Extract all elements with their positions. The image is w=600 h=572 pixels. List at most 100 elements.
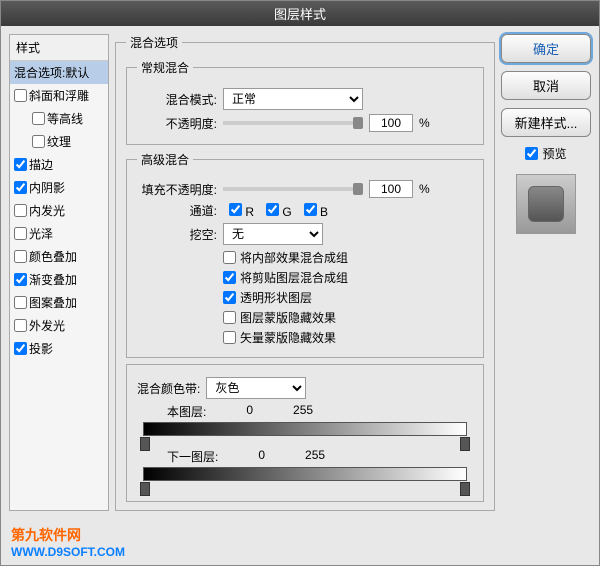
- advanced-checkbox[interactable]: [223, 331, 236, 344]
- this-low-handle[interactable]: [140, 437, 150, 451]
- sidebar-checkbox[interactable]: [14, 342, 27, 355]
- sidebar-item[interactable]: 等高线: [10, 107, 108, 130]
- channel-g[interactable]: G: [266, 203, 292, 219]
- window-title: 图层样式: [274, 7, 326, 22]
- this-high-handle[interactable]: [460, 437, 470, 451]
- advanced-checkbox[interactable]: [223, 251, 236, 264]
- advanced-check-row[interactable]: 将内部效果混合成组: [223, 249, 473, 266]
- sidebar-item-label: 内阴影: [29, 179, 65, 196]
- sidebar-checkbox[interactable]: [14, 250, 27, 263]
- sidebar-item-label: 外发光: [29, 317, 65, 334]
- sidebar-item-label: 渐变叠加: [29, 271, 77, 288]
- advanced-check-label: 图层蒙版隐藏效果: [240, 309, 336, 326]
- fill-opacity-label: 填充不透明度:: [137, 181, 217, 198]
- sidebar-checkbox[interactable]: [14, 89, 27, 102]
- sidebar-item-label: 斜面和浮雕: [29, 87, 89, 104]
- sidebar-item[interactable]: 光泽: [10, 222, 108, 245]
- preview-toggle[interactable]: 预览: [501, 145, 591, 162]
- sidebar-checkbox[interactable]: [14, 319, 27, 332]
- sidebar-checkbox[interactable]: [14, 296, 27, 309]
- blend-if-label: 混合颜色带:: [137, 380, 200, 397]
- blend-mode-select[interactable]: 正常: [223, 88, 363, 110]
- sidebar-item[interactable]: 内发光: [10, 199, 108, 222]
- sidebar-item-label: 投影: [29, 340, 53, 357]
- sidebar-item-label: 混合选项:默认: [14, 64, 89, 81]
- channel-label: 通道:: [137, 202, 217, 219]
- sidebar-checkbox[interactable]: [14, 227, 27, 240]
- under-high: 255: [305, 448, 325, 465]
- dialog-content: 样式 混合选项:默认斜面和浮雕等高线纹理描边内阴影内发光光泽颜色叠加渐变叠加图案…: [1, 26, 599, 519]
- sidebar-item[interactable]: 投影: [10, 337, 108, 360]
- sidebar-item-label: 颜色叠加: [29, 248, 77, 265]
- sidebar-item-label: 光泽: [29, 225, 53, 242]
- knockout-select[interactable]: 无: [223, 223, 323, 245]
- sidebar-item[interactable]: 外发光: [10, 314, 108, 337]
- opacity-label: 不透明度:: [137, 115, 217, 132]
- opacity-pct: %: [419, 116, 430, 130]
- sidebar-checkbox[interactable]: [14, 273, 27, 286]
- blend-options-group: 混合选项 常规混合 混合模式: 正常 不透明度: %: [115, 34, 495, 511]
- main-panel: 混合选项 常规混合 混合模式: 正常 不透明度: %: [115, 34, 495, 511]
- sidebar-checkbox[interactable]: [14, 158, 27, 171]
- channel-b-checkbox[interactable]: [304, 203, 317, 216]
- under-high-handle[interactable]: [460, 482, 470, 496]
- sidebar-item[interactable]: 纹理: [10, 130, 108, 153]
- sidebar-item-label: 纹理: [47, 133, 71, 150]
- advanced-check-label: 将内部效果混合成组: [240, 249, 348, 266]
- fill-opacity-input[interactable]: [369, 180, 413, 198]
- blend-if-group: 混合颜色带: 灰色 本图层: 0 255: [126, 364, 484, 502]
- this-layer-label: 本图层:: [167, 403, 206, 420]
- opacity-slider[interactable]: [223, 121, 363, 125]
- preview-checkbox[interactable]: [525, 147, 538, 160]
- sidebar-item[interactable]: 混合选项:默认: [10, 61, 108, 84]
- preview-swatch: [528, 186, 564, 222]
- sidebar-item-label: 描边: [29, 156, 53, 173]
- fill-opacity-slider[interactable]: [223, 187, 363, 191]
- sidebar-item-label: 图案叠加: [29, 294, 77, 311]
- under-layer-slider[interactable]: [143, 467, 467, 481]
- channel-r[interactable]: R: [229, 203, 254, 219]
- advanced-checkbox[interactable]: [223, 271, 236, 284]
- normal-blend-legend: 常规混合: [137, 59, 193, 76]
- advanced-check-row[interactable]: 矢量蒙版隐藏效果: [223, 329, 473, 346]
- advanced-checkbox[interactable]: [223, 291, 236, 304]
- titlebar: 图层样式: [1, 1, 599, 26]
- sidebar-item[interactable]: 图案叠加: [10, 291, 108, 314]
- watermark-brand: 第九软件网: [11, 527, 81, 543]
- sidebar-header: 样式: [10, 35, 108, 61]
- advanced-checkbox[interactable]: [223, 311, 236, 324]
- normal-blend-group: 常规混合 混合模式: 正常 不透明度: %: [126, 59, 484, 145]
- advanced-check-label: 将剪贴图层混合成组: [240, 269, 348, 286]
- this-layer-slider[interactable]: [143, 422, 467, 436]
- advanced-check-row[interactable]: 图层蒙版隐藏效果: [223, 309, 473, 326]
- preview-thumbnail: [516, 174, 576, 234]
- advanced-check-row[interactable]: 将剪贴图层混合成组: [223, 269, 473, 286]
- layer-style-dialog: 图层样式 样式 混合选项:默认斜面和浮雕等高线纹理描边内阴影内发光光泽颜色叠加渐…: [0, 0, 600, 566]
- under-low-handle[interactable]: [140, 482, 150, 496]
- sidebar-checkbox[interactable]: [14, 181, 27, 194]
- blend-if-select[interactable]: 灰色: [206, 377, 306, 399]
- under-low: 0: [258, 448, 265, 465]
- new-style-button[interactable]: 新建样式...: [501, 108, 591, 137]
- channel-g-checkbox[interactable]: [266, 203, 279, 216]
- sidebar-item[interactable]: 斜面和浮雕: [10, 84, 108, 107]
- opacity-input[interactable]: [369, 114, 413, 132]
- sidebar-item[interactable]: 描边: [10, 153, 108, 176]
- sidebar-checkbox[interactable]: [14, 204, 27, 217]
- sidebar-checkbox[interactable]: [32, 112, 45, 125]
- sidebar-item[interactable]: 内阴影: [10, 176, 108, 199]
- advanced-blend-group: 高级混合 填充不透明度: % 通道: R G B 挖空:: [126, 151, 484, 358]
- sidebar-checkbox[interactable]: [32, 135, 45, 148]
- sidebar-item[interactable]: 颜色叠加: [10, 245, 108, 268]
- cancel-button[interactable]: 取消: [501, 71, 591, 100]
- blend-options-legend: 混合选项: [126, 34, 182, 51]
- channel-b[interactable]: B: [304, 203, 328, 219]
- sidebar-item-label: 等高线: [47, 110, 83, 127]
- sidebar-item[interactable]: 渐变叠加: [10, 268, 108, 291]
- advanced-check-row[interactable]: 透明形状图层: [223, 289, 473, 306]
- ok-button[interactable]: 确定: [501, 34, 591, 63]
- channel-r-checkbox[interactable]: [229, 203, 242, 216]
- advanced-check-label: 矢量蒙版隐藏效果: [240, 329, 336, 346]
- sidebar-item-label: 内发光: [29, 202, 65, 219]
- under-layer-label: 下一图层:: [167, 448, 218, 465]
